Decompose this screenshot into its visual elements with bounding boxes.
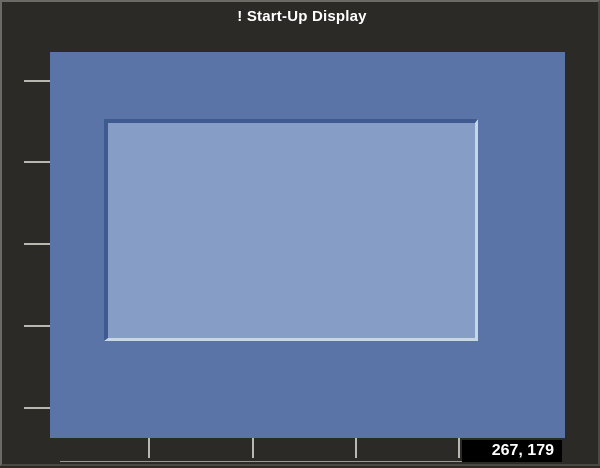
window-title: ! Start-Up Display <box>237 8 367 25</box>
display-panel[interactable] <box>104 119 478 341</box>
ruler-tick <box>24 407 50 409</box>
vertical-ruler <box>2 52 52 438</box>
ruler-tick <box>355 438 357 458</box>
ruler-tick <box>148 438 150 458</box>
ruler-tick <box>252 438 254 458</box>
display-canvas[interactable] <box>50 52 565 438</box>
ruler-tick <box>458 438 460 458</box>
ruler-tick <box>24 161 50 163</box>
display-frame: ! Start-Up Display 267, 179 <box>0 0 600 466</box>
ruler-tick <box>24 325 50 327</box>
ruler-tick <box>24 80 50 82</box>
cursor-coordinates-readout: 267, 179 <box>462 440 562 462</box>
ruler-tick <box>24 243 50 245</box>
